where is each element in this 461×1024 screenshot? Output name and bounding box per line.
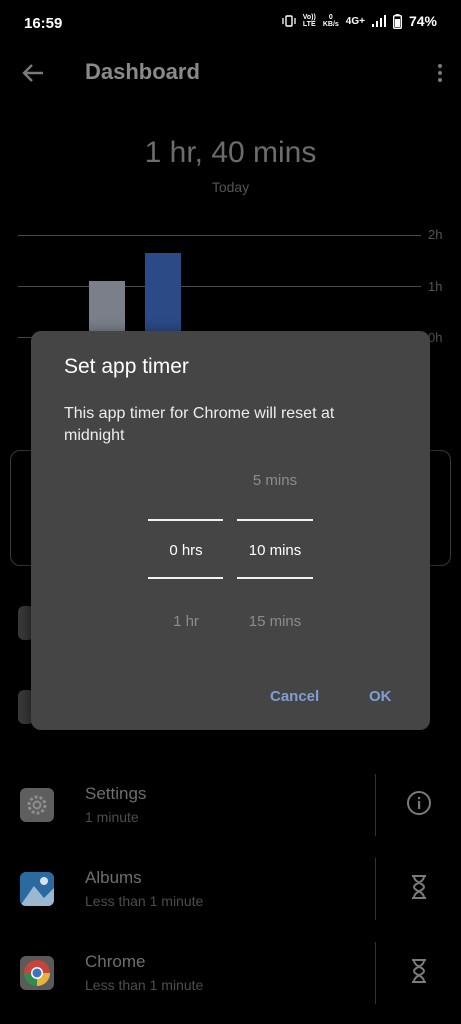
gridline-top	[18, 235, 421, 236]
list-item-albums[interactable]: Albums Less than 1 minute	[0, 850, 461, 934]
more-options-button[interactable]	[433, 58, 447, 88]
bar-2	[145, 252, 181, 337]
app-timer-button[interactable]	[404, 956, 434, 986]
minutes-picker-top-line	[237, 519, 313, 521]
tick-label-1h: 1h	[428, 279, 443, 294]
arrow-left-icon	[22, 64, 43, 82]
divider	[375, 942, 376, 1004]
tick-label-0h: 0h	[428, 330, 443, 345]
network-type: 4G+	[345, 15, 365, 27]
list-item-chrome[interactable]: Chrome Less than 1 minute	[0, 934, 461, 1018]
volte-indicator: Vo)) LTE	[302, 14, 316, 28]
battery-level: 74%	[408, 13, 437, 29]
tick-label-2h: 2h	[428, 227, 443, 242]
network-speed: 0 KB/s	[322, 14, 339, 28]
page-title: Dashboard	[85, 59, 200, 84]
hours-picker-bottom-line	[148, 577, 223, 579]
usage-total: 1 hr, 40 mins	[144, 136, 317, 169]
albums-icon	[20, 872, 54, 906]
battery-icon	[392, 13, 402, 29]
hours-picker-top-line	[148, 519, 223, 521]
minutes-picker-below[interactable]: 15 mins	[237, 613, 313, 630]
app-name: Settings	[85, 784, 147, 803]
signal-icon	[371, 15, 386, 27]
app-name: Chrome	[85, 952, 146, 971]
info-icon	[407, 791, 431, 815]
app-usage: Less than 1 minute	[85, 977, 204, 993]
vibrate-icon	[282, 15, 296, 27]
minutes-picker-bottom-line	[237, 577, 313, 579]
more-vert-icon	[438, 64, 442, 68]
status-bar: 16:59 Vo)) LTE 0 KB/s 4G+ 74%	[0, 0, 461, 48]
usage-period: Today	[211, 179, 250, 195]
ok-button[interactable]: OK	[369, 688, 392, 705]
hours-picker-below[interactable]: 1 hr	[148, 613, 224, 630]
divider	[375, 774, 376, 836]
chrome-icon	[20, 956, 54, 990]
app-bar: Dashboard	[0, 48, 461, 96]
back-button[interactable]	[18, 58, 48, 88]
cancel-button[interactable]: Cancel	[270, 688, 319, 705]
status-icons: Vo)) LTE 0 KB/s 4G+ 74%	[282, 13, 437, 29]
list-item-settings[interactable]: Settings 1 minute	[0, 766, 461, 850]
set-app-timer-dialog: Set app timer This app timer for Chrome …	[31, 331, 430, 730]
app-usage: 1 minute	[85, 809, 139, 825]
minutes-picker-selected[interactable]: 10 mins	[237, 542, 313, 559]
hours-picker-selected[interactable]: 0 hrs	[148, 542, 224, 559]
app-usage: Less than 1 minute	[85, 893, 204, 909]
dialog-title: Set app timer	[64, 355, 189, 378]
app-timer-button[interactable]	[404, 872, 434, 902]
usage-chart: 2h 1h 0h	[18, 225, 443, 345]
bar-1	[89, 280, 125, 337]
app-name: Albums	[85, 868, 142, 887]
hourglass-icon	[412, 875, 426, 899]
settings-icon	[20, 788, 54, 822]
gridline-middle	[18, 286, 421, 287]
status-time: 16:59	[24, 15, 63, 32]
minutes-picker-above[interactable]: 5 mins	[237, 472, 313, 489]
info-button[interactable]	[404, 788, 434, 818]
hourglass-icon	[412, 959, 426, 983]
dialog-message: This app timer for Chrome will reset at …	[64, 405, 335, 444]
divider	[375, 858, 376, 920]
